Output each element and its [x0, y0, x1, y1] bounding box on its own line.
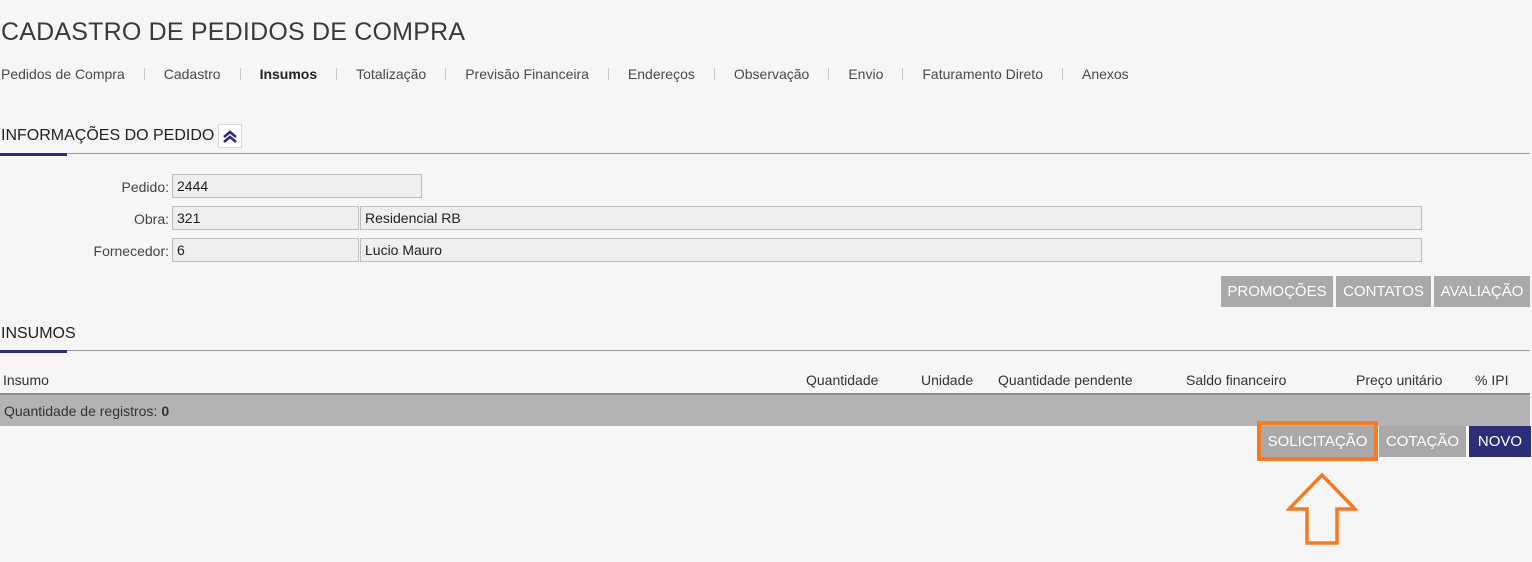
tab-divider	[143, 68, 145, 80]
up-arrow-outline-icon	[1286, 472, 1358, 545]
column-header-ipi[interactable]: % IPI	[1475, 372, 1508, 388]
column-header-saldo-financeiro[interactable]: Saldo financeiro	[1186, 372, 1286, 388]
fornecedor-code-field[interactable]: 6	[172, 238, 359, 262]
section-divider	[0, 350, 1530, 351]
record-count-label: Quantidade de registros:	[4, 402, 158, 419]
tab-cadastro[interactable]: Cadastro	[164, 66, 221, 82]
pedido-label: Pedido:	[121, 179, 169, 195]
tab-divider	[336, 68, 338, 80]
tab-divider	[902, 68, 904, 80]
collapse-section-button[interactable]	[218, 124, 242, 148]
column-header-quantidade-pendente[interactable]: Quantidade pendente	[998, 372, 1133, 388]
tab-divider	[607, 68, 609, 80]
table-footer: Quantidade de registros: 0	[0, 395, 1530, 426]
tab-divider	[1061, 68, 1063, 80]
page-title: CADASTRO DE PEDIDOS DE COMPRA	[1, 18, 466, 46]
fornecedor-label: Fornecedor:	[93, 243, 169, 259]
column-header-preco-unitario[interactable]: Preço unitário	[1356, 372, 1442, 388]
insumos-title: INSUMOS	[1, 325, 76, 342]
obra-code-field[interactable]: 321	[172, 206, 359, 230]
tab-pedidos-de-compra[interactable]: Pedidos de Compra	[1, 66, 125, 82]
promocoes-button[interactable]: PROMOÇÕES	[1221, 276, 1333, 307]
double-chevron-up-icon	[223, 130, 237, 143]
order-info-title: INFORMAÇÕES DO PEDIDO	[1, 127, 215, 144]
tab-divider	[713, 68, 715, 80]
fornecedor-name-field[interactable]: Lucio Mauro	[360, 238, 1422, 262]
tab-faturamento-direto[interactable]: Faturamento Direto	[922, 66, 1043, 82]
pedido-field[interactable]: 2444	[172, 174, 422, 198]
column-header-quantidade[interactable]: Quantidade	[806, 372, 878, 388]
solicitacao-button[interactable]: SOLICITAÇÃO	[1261, 426, 1374, 457]
section-accent	[0, 153, 67, 156]
cotacao-button[interactable]: COTAÇÃO	[1379, 426, 1466, 457]
tab-observacao[interactable]: Observação	[734, 66, 809, 82]
obra-label: Obra:	[133, 211, 169, 227]
avaliacao-button[interactable]: AVALIAÇÃO	[1434, 276, 1530, 307]
tab-enderecos[interactable]: Endereços	[628, 66, 695, 82]
section-accent	[0, 350, 67, 353]
tab-divider	[828, 68, 830, 80]
tab-anexos[interactable]: Anexos	[1082, 66, 1129, 82]
novo-button[interactable]: NOVO	[1469, 426, 1531, 457]
tab-insumos[interactable]: Insumos	[260, 66, 318, 82]
tab-envio[interactable]: Envio	[848, 66, 883, 82]
tab-bar: Pedidos de Compra Cadastro Insumos Total…	[1, 66, 1129, 82]
tab-divider	[239, 68, 241, 80]
tab-totalizacao[interactable]: Totalização	[356, 66, 426, 82]
column-header-unidade[interactable]: Unidade	[921, 372, 973, 388]
column-header-insumo[interactable]: Insumo	[3, 372, 49, 388]
contatos-button[interactable]: CONTATOS	[1336, 276, 1431, 307]
insumos-table-header: Insumo Quantidade Unidade Quantidade pen…	[0, 370, 1530, 392]
record-count-value: 0	[161, 402, 170, 419]
section-divider	[0, 153, 1530, 154]
tab-divider	[445, 68, 447, 80]
obra-name-field[interactable]: Residencial RB	[360, 206, 1422, 230]
tab-previsao-financeira[interactable]: Previsão Financeira	[465, 66, 589, 82]
